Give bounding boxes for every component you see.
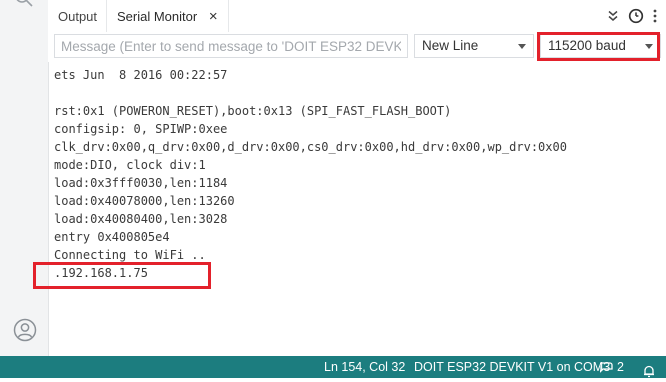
notifications-icon [600,362,613,373]
console-line: Connecting to WiFi .. [54,248,206,262]
console-line: configsip: 0, SPIWP:0xee [54,122,228,136]
board-port-status[interactable]: DOIT ESP32 DEVKIT V1 on COM3 [414,356,610,378]
cursor-position[interactable]: Ln 154, Col 32 [324,356,405,378]
close-icon[interactable]: × [209,8,218,25]
console-line: load:0x40078000,len:13260 [54,194,235,208]
tab-serial-monitor-label: Serial Monitor [117,9,198,24]
autoscroll-icon[interactable] [606,9,620,23]
timestamp-clock-icon[interactable] [628,8,644,24]
console-line: mode:DIO, clock div:1 [54,158,206,172]
chevron-down-icon [518,44,526,49]
serial-controls: New Line 115200 baud [48,32,666,62]
serial-output: ets Jun 8 2016 00:22:57 rst:0x1 (POWERON… [54,66,658,350]
console-line: ets Jun 8 2016 00:22:57 [54,68,228,82]
panel-tabs: Output Serial Monitor × [48,0,666,33]
bell-icon[interactable] [642,360,656,382]
search-icon[interactable] [14,0,34,8]
activity-bar [0,0,49,356]
chevron-down-icon [645,44,653,49]
more-options-icon[interactable] [652,8,658,24]
account-icon[interactable] [13,318,37,342]
tab-output[interactable]: Output [58,0,97,32]
status-bar: Ln 154, Col 32 DOIT ESP32 DEVKIT V1 on C… [0,356,666,378]
console-line: load:0x40080400,len:3028 [54,212,228,226]
line-ending-value: New Line [422,38,479,53]
console-line: load:0x3fff0030,len:1184 [54,176,228,190]
panel-actions [606,6,658,26]
message-input[interactable] [54,34,408,58]
console-line: rst:0x1 (POWERON_RESET),boot:0x13 (SPI_F… [54,104,452,118]
notifications-status[interactable]: 2 [600,356,624,378]
console-line: clk_drv:0x00,q_drv:0x00,d_drv:0x00,cs0_d… [54,140,567,154]
tab-output-label: Output [58,9,98,24]
baud-rate-value: 115200 baud [548,38,626,53]
notifications-count: 2 [617,360,624,374]
tab-serial-monitor[interactable]: Serial Monitor × [106,0,229,32]
ip-address-line: .192.168.1.75 [54,266,148,280]
line-ending-select[interactable]: New Line [414,34,534,58]
console-line: entry 0x400805e4 [54,230,170,244]
baud-rate-select[interactable]: 115200 baud [540,34,661,58]
